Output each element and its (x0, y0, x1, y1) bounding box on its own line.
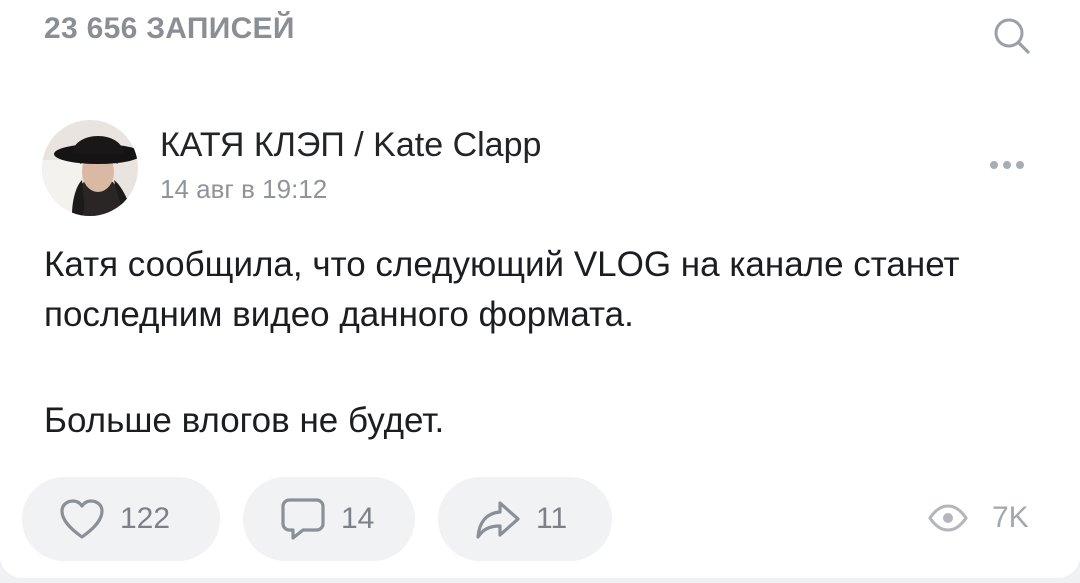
author-avatar[interactable] (42, 120, 138, 216)
like-button[interactable]: 122 (22, 477, 220, 561)
more-horizontal-icon-dot (1003, 161, 1011, 169)
avatar-image (42, 120, 138, 216)
post-text: Катя сообщила, что следующий VLOG на кан… (44, 240, 1044, 446)
share-button[interactable]: 11 (438, 477, 612, 561)
like-count: 122 (120, 502, 171, 535)
more-horizontal-icon-dot (990, 161, 998, 169)
more-horizontal-icon-dot (1016, 161, 1024, 169)
share-count: 11 (536, 502, 568, 535)
post-paragraph: Больше влогов не будет. (44, 401, 445, 440)
more-options-button[interactable] (982, 150, 1032, 180)
post-card: 23 656 ЗАПИСЕЙ КАТЯ КЛЭП / Kate Clapp 14… (0, 0, 1080, 578)
views-count: 7K (992, 501, 1029, 534)
author-name[interactable]: КАТЯ КЛЭП / Kate Clapp (160, 126, 541, 165)
comment-icon (281, 498, 325, 540)
comment-button[interactable]: 14 (243, 477, 415, 561)
search-button[interactable] (984, 8, 1040, 64)
eye-icon (928, 504, 968, 532)
post-paragraph: Катя сообщила, что следующий VLOG на кан… (44, 245, 960, 334)
search-icon (994, 18, 1030, 54)
views-counter: 7K (928, 496, 1029, 540)
post-date[interactable]: 14 авг в 19:12 (160, 174, 327, 205)
heart-icon (60, 499, 104, 539)
records-count: 23 656 ЗАПИСЕЙ (44, 12, 295, 45)
comment-count: 14 (341, 502, 375, 535)
share-icon (476, 501, 520, 539)
